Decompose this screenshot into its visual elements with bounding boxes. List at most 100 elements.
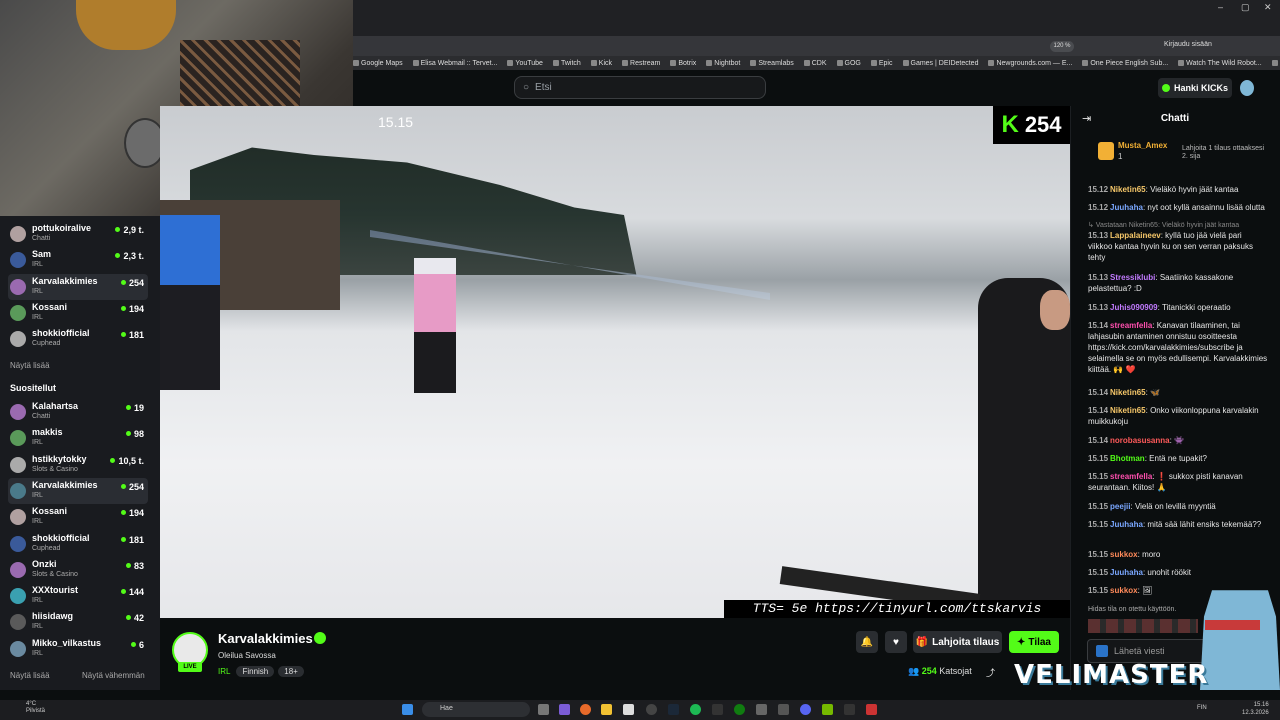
sidebar-channel[interactable]: Onzki Slots & Casino 83 xyxy=(8,557,148,583)
app-icon[interactable] xyxy=(623,704,634,715)
sidebar-channel[interactable]: pottukoiralive Chatti 2,9 t. xyxy=(8,221,148,247)
bookmark-item[interactable]: GOG xyxy=(836,60,861,67)
bookmark-item[interactable]: Watch The Wild Robot... xyxy=(1178,60,1262,67)
chat-message[interactable]: 15.14 norobasusanna: 👾 xyxy=(1088,435,1268,446)
sidebar-channel[interactable]: Sam IRL 2,3 t. xyxy=(8,247,148,273)
search-input[interactable]: ○ Etsi xyxy=(514,76,766,99)
bookmark-item[interactable]: CDK xyxy=(803,60,827,67)
chat-message[interactable]: 15.14 Niketin65: 🦋 xyxy=(1088,387,1268,398)
task-view-icon[interactable] xyxy=(538,704,549,715)
chat-message[interactable]: 15.14 Niketin65: Onko viikonloppuna karva… xyxy=(1088,405,1268,427)
bookmark-item[interactable]: Newgrounds.com — E... xyxy=(988,60,1072,67)
chat-username[interactable]: Niketin65 xyxy=(1110,388,1146,397)
show-less-button[interactable]: Näytä vähemmän xyxy=(82,671,145,680)
bookmark-item[interactable]: Restream xyxy=(622,60,660,67)
sidebar-channel[interactable]: Kalahartsa Chatti 19 xyxy=(8,399,148,425)
chat-message[interactable]: 15.15 Bhotman: Entä ne tupakit? xyxy=(1088,453,1268,464)
chat-message[interactable]: 15.13 Lappalaineev: kyllä tuo jää vielä p… xyxy=(1088,230,1268,263)
windows-start-icon[interactable] xyxy=(402,704,413,715)
chat-username[interactable]: sukkox xyxy=(1110,586,1138,595)
sidebar-channel[interactable]: shokkiofficial Cuphead 181 xyxy=(8,531,148,557)
close-icon[interactable]: ✕ xyxy=(1264,2,1272,13)
file-explorer-icon[interactable] xyxy=(601,704,612,715)
chat-message[interactable]: 15.15 Juuhaha: unohit röökit xyxy=(1088,567,1268,578)
chat-username[interactable]: Juuhaha xyxy=(1110,203,1143,212)
pinned-note[interactable]: Lahjoita 1 tilaus ottaaksesi 2. sija xyxy=(1182,145,1268,161)
app-icon[interactable] xyxy=(646,704,657,715)
nvidia-icon[interactable] xyxy=(822,704,833,715)
user-avatar[interactable] xyxy=(1240,80,1254,96)
sidebar-channel[interactable]: Kossani IRL 194 xyxy=(8,300,148,326)
epic-icon[interactable] xyxy=(712,704,723,715)
taskbar-search[interactable]: Hae xyxy=(422,702,530,717)
show-more-following[interactable]: Näytä lisää xyxy=(10,361,50,370)
chat-message[interactable]: 15.12 Juuhaha: nyt oot kyllä ansainnu lis… xyxy=(1088,202,1268,213)
chat-message[interactable]: 15.13 Juhis090909: Titanickki operaatio xyxy=(1088,302,1268,313)
app-icon[interactable] xyxy=(866,704,877,715)
weather-widget[interactable]: 4°C Pilvistä xyxy=(6,701,45,715)
app-icon[interactable] xyxy=(559,704,570,715)
sidebar-channel[interactable]: shokkiofficial Cuphead 181 xyxy=(8,326,148,352)
get-kicks-button[interactable]: Hanki KICKs xyxy=(1158,78,1232,98)
bookmark-item[interactable]: Elisa Webmail :: Tervet... xyxy=(412,60,497,67)
language-indicator[interactable]: FIN xyxy=(1197,705,1207,711)
bookmark-item[interactable]: Twitch xyxy=(552,60,581,67)
subscribe-button[interactable]: ✦ Tilaa xyxy=(1009,631,1059,653)
chat-username[interactable]: Niketin65 xyxy=(1110,406,1146,415)
chat-username[interactable]: Stressiklubi xyxy=(1110,273,1155,282)
emote-strip[interactable] xyxy=(1088,619,1198,633)
chat-username[interactable]: streamfella xyxy=(1110,321,1152,330)
taskbar-clock[interactable]: 15.16 12.3.2026 xyxy=(1242,701,1269,717)
chat-username[interactable]: Niketin65 xyxy=(1110,185,1146,194)
chat-username[interactable]: sukkox xyxy=(1110,550,1138,559)
show-more-recommended[interactable]: Näytä lisää xyxy=(10,671,50,680)
chat-username[interactable]: Lappalaineev xyxy=(1110,231,1161,240)
bookmark-item[interactable]: Epic xyxy=(870,60,893,67)
chat-username[interactable]: Juuhaha xyxy=(1110,568,1143,577)
chat-message[interactable]: 15.15 peejii: Vielä on levillä myyntiä xyxy=(1088,501,1268,512)
bookmark-item[interactable]: Streamlabs xyxy=(750,60,794,67)
browser-icon[interactable] xyxy=(580,704,591,715)
sidebar-channel[interactable]: Mikko_vilkastus IRL 6 xyxy=(8,636,148,662)
gift-sub-button[interactable]: 🎁 Lahjoita tilaus xyxy=(913,631,1002,653)
xbox-icon[interactable] xyxy=(734,704,745,715)
chat-message[interactable]: 15.15 sukkox: moro xyxy=(1088,549,1268,560)
notification-bell-icon[interactable]: 🔔 xyxy=(856,631,878,653)
maximize-icon[interactable]: ▢ xyxy=(1241,2,1250,13)
bookmark-item[interactable]: Google Maps xyxy=(353,60,403,67)
sidebar-channel[interactable]: hstikkytokky Slots & Casino 10,5 t. xyxy=(8,452,148,478)
steam-icon[interactable] xyxy=(668,704,679,715)
chat-message[interactable]: 15.12 Niketin65: Vieläkö hyvin jäät kanta… xyxy=(1088,184,1268,195)
bookmark-item[interactable]: Kick xyxy=(590,60,612,67)
category-link[interactable]: IRL xyxy=(218,667,230,676)
chat-username[interactable]: norobasusanna xyxy=(1110,436,1170,445)
login-button[interactable]: Kirjaudu sisään xyxy=(1164,41,1212,48)
bookmark-item[interactable]: YouTube xyxy=(507,60,543,67)
chat-username[interactable]: peejii xyxy=(1110,502,1130,511)
sidebar-channel[interactable]: XXXtourist IRL 144 xyxy=(8,583,148,609)
bookmark-item[interactable]: Nightbot xyxy=(706,60,740,67)
pinned-user[interactable]: Musta_Amex xyxy=(1118,141,1167,150)
chat-message[interactable]: 15.13 Stressiklubi: Saatiinko kassakone p… xyxy=(1088,272,1268,294)
app-icon[interactable] xyxy=(778,704,789,715)
channel-name[interactable]: Karvalakkimies xyxy=(218,631,313,646)
spotify-icon[interactable] xyxy=(690,704,701,715)
follow-heart-icon[interactable]: ♥ xyxy=(885,631,907,653)
tag-age[interactable]: 18+ xyxy=(278,666,304,677)
sidebar-channel[interactable]: Kossani IRL 194 xyxy=(8,504,148,530)
chat-username[interactable]: streamfella xyxy=(1110,472,1152,481)
app-icon[interactable] xyxy=(844,704,855,715)
chat-username[interactable]: Bhotman xyxy=(1110,454,1145,463)
share-icon[interactable]: ⤴ xyxy=(986,666,995,679)
sidebar-channel[interactable]: Karvalakkimies IRL 254 xyxy=(8,273,148,300)
sidebar-channel[interactable]: hiisidawg IRL 42 xyxy=(8,609,148,635)
bookmark-item[interactable]: One Piece English Sub... xyxy=(1082,60,1168,67)
app-icon[interactable] xyxy=(756,704,767,715)
bookmark-item[interactable]: Botrix xyxy=(670,60,696,67)
discord-icon[interactable] xyxy=(800,704,811,715)
minimize-icon[interactable]: – xyxy=(1218,2,1223,12)
chat-username[interactable]: Juuhaha xyxy=(1110,520,1143,529)
bookmark-item[interactable]: Games | DEIDetected xyxy=(902,60,978,67)
tag-language[interactable]: Finnish xyxy=(236,666,275,677)
bookmark-item[interactable]: CineHD - Your Ultimat... xyxy=(1271,60,1280,67)
